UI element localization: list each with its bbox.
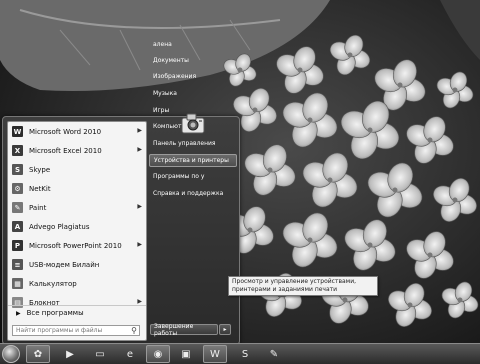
chevron-right-icon: ▸: [223, 326, 227, 333]
program-label: Калькулятор: [29, 279, 77, 288]
powerpoint-icon: P: [12, 240, 23, 251]
taskbar-app-icon[interactable]: ▣: [174, 345, 198, 363]
start-menu-link[interactable]: Документы: [153, 57, 189, 64]
taskbar-skype-icon[interactable]: S: [233, 345, 257, 363]
program-label: Paint: [29, 203, 47, 212]
program-item[interactable]: ✎ Paint ▶: [8, 198, 146, 217]
user-picture-icon[interactable]: [176, 112, 210, 136]
start-menu-link[interactable]: Музыка: [153, 90, 177, 97]
program-item[interactable]: P Microsoft PowerPoint 2010 ▶: [8, 236, 146, 255]
search-input[interactable]: Найти программы и файлы ⚲: [12, 325, 140, 336]
program-label: Microsoft Excel 2010: [29, 146, 102, 155]
program-item[interactable]: S Skype: [8, 160, 146, 179]
start-menu-programs-pane: W Microsoft Word 2010 ▶ X Microsoft Excel 20…: [7, 121, 147, 341]
taskbar-explorer-icon[interactable]: ▭: [88, 345, 112, 363]
usb-modem-icon: ≡: [12, 259, 23, 270]
program-list: W Microsoft Word 2010 ▶ X Microsoft Excel 20…: [8, 122, 146, 312]
start-menu-link[interactable]: Программы по у: [153, 173, 204, 180]
search-placeholder: Найти программы и файлы: [16, 327, 103, 334]
program-item[interactable]: ▦ Калькулятор: [8, 274, 146, 293]
all-programs-label: Все программы: [26, 309, 84, 317]
triangle-right-icon: ▶: [16, 309, 21, 317]
calculator-icon: ▦: [12, 278, 23, 289]
start-menu: W Microsoft Word 2010 ▶ X Microsoft Excel 20…: [2, 41, 240, 345]
search-icon: ⚲: [131, 326, 137, 335]
submenu-arrow-icon[interactable]: ▶: [137, 298, 142, 305]
submenu-arrow-icon[interactable]: ▶: [137, 146, 142, 153]
program-label: USB-модем Билайн: [29, 260, 100, 269]
skype-icon: S: [12, 164, 23, 175]
start-menu-link[interactable]: Справка и поддержка: [153, 190, 223, 197]
program-item[interactable]: W Microsoft Word 2010 ▶: [8, 122, 146, 141]
excel-icon: X: [12, 145, 23, 156]
word-icon: W: [12, 126, 23, 137]
shutdown-options-button[interactable]: ▸: [219, 324, 231, 335]
program-item[interactable]: X Microsoft Excel 2010 ▶: [8, 141, 146, 160]
taskbar-ie-icon[interactable]: e: [118, 345, 142, 363]
taskbar-chrome-icon[interactable]: ◉: [146, 345, 170, 363]
all-programs-button[interactable]: ▶ Все программы: [8, 305, 146, 320]
start-menu-link[interactable]: Устройства и принтеры: [149, 154, 237, 167]
advego-icon: A: [12, 221, 23, 232]
start-menu-link[interactable]: Изображения: [153, 73, 196, 80]
program-label: Microsoft PowerPoint 2010: [29, 241, 122, 250]
shutdown-label: Завершение работы: [154, 322, 194, 337]
taskbar: ✿ ▶ ▭ e ◉ ▣ W S ✎: [0, 343, 480, 364]
tooltip-text: Просмотр и управление устройствами, прин…: [232, 278, 357, 293]
submenu-arrow-icon[interactable]: ▶: [137, 127, 142, 134]
taskbar-media-center-icon[interactable]: ✿: [26, 345, 50, 363]
program-label: NetKit: [29, 184, 51, 193]
taskbar-word-icon[interactable]: W: [203, 345, 227, 363]
program-label: Advego Plagiatus: [29, 222, 90, 231]
start-menu-link[interactable]: Игры: [153, 107, 169, 114]
submenu-arrow-icon[interactable]: ▶: [137, 203, 142, 210]
program-label: Skype: [29, 165, 51, 174]
program-label: Microsoft Word 2010: [29, 127, 102, 136]
start-menu-link[interactable]: алена: [153, 41, 172, 48]
paint-icon: ✎: [12, 202, 23, 213]
tooltip: Просмотр и управление устройствами, прин…: [228, 276, 378, 296]
start-button[interactable]: [2, 345, 20, 363]
shutdown-button[interactable]: Завершение работы: [150, 322, 218, 337]
start-menu-places-pane: алена Документы Изображения Музыка Игры Компь…: [149, 41, 237, 341]
program-item[interactable]: ⚙ NetKit: [8, 179, 146, 198]
netkit-icon: ⚙: [12, 183, 23, 194]
submenu-arrow-icon[interactable]: ▶: [137, 241, 142, 248]
start-menu-link[interactable]: Панель управления: [153, 140, 216, 147]
taskbar-media-player-icon[interactable]: ▶: [58, 345, 82, 363]
program-item[interactable]: ≡ USB-модем Билайн: [8, 255, 146, 274]
taskbar-paint-icon[interactable]: ✎: [262, 345, 286, 363]
program-item[interactable]: A Advego Plagiatus: [8, 217, 146, 236]
